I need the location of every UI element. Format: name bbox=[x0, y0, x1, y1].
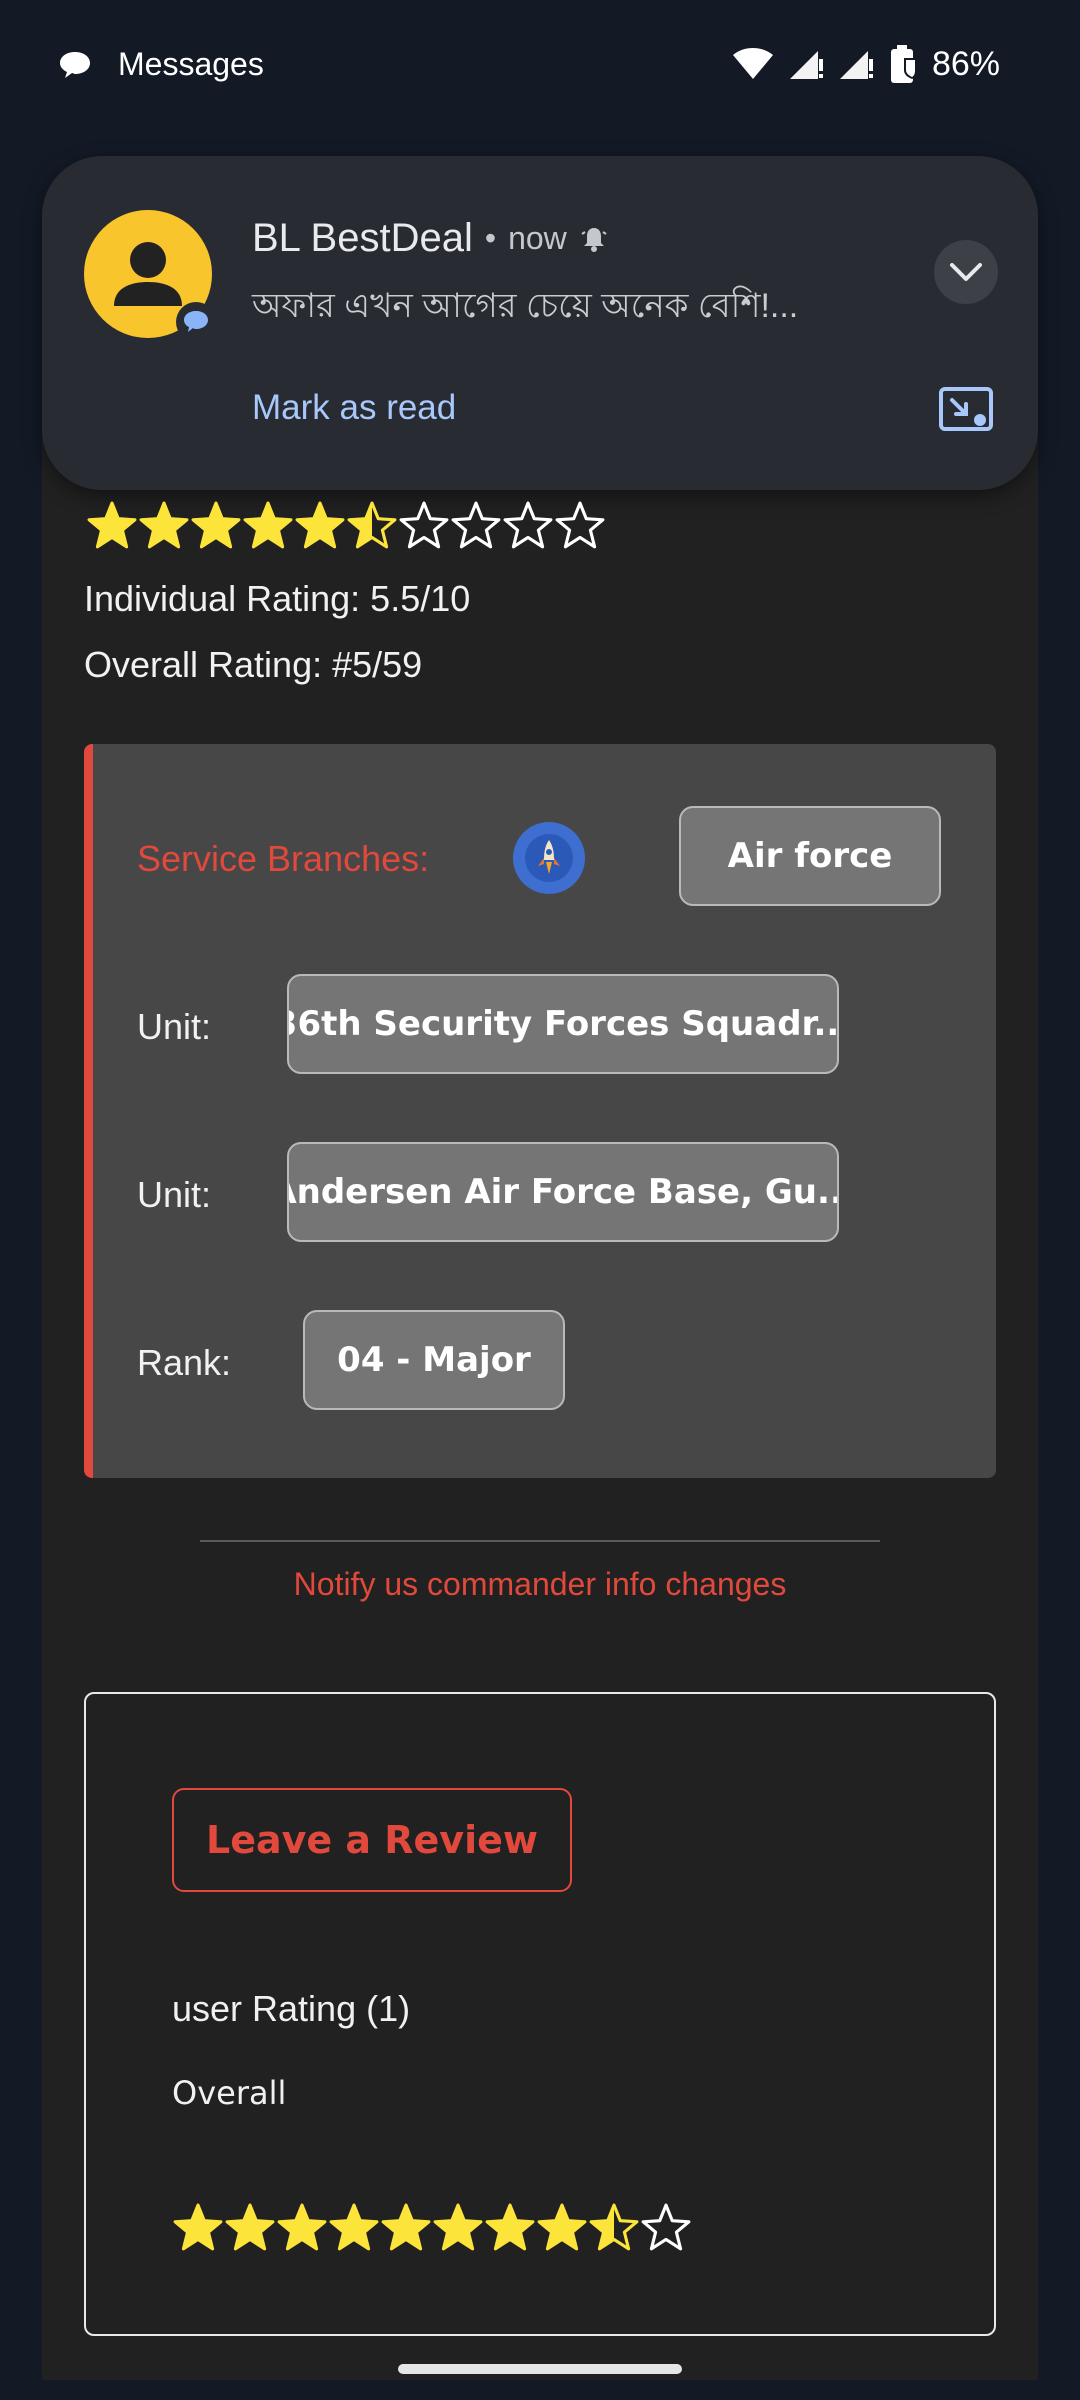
notification-separator: • bbox=[484, 220, 497, 256]
review-section: Leave a Review user Rating (1) Overall bbox=[84, 1692, 996, 2336]
divider bbox=[200, 1540, 880, 1542]
signal-icon bbox=[839, 51, 873, 79]
home-indicator[interactable] bbox=[398, 2364, 682, 2374]
branch-chip-air-force[interactable]: Air force bbox=[679, 806, 941, 906]
overall-rating: Overall Rating: #5/59 bbox=[84, 644, 423, 685]
review-star-full-icon bbox=[381, 2203, 431, 2251]
review-star-full-icon bbox=[225, 2203, 275, 2251]
unit-chip-1[interactable]: 36th Security Forces Squadr... bbox=[287, 974, 839, 1074]
air-force-branch-icon bbox=[513, 822, 585, 894]
review-star-full-icon bbox=[485, 2203, 535, 2251]
review-star-full-icon bbox=[433, 2203, 483, 2251]
review-star-full-icon bbox=[537, 2203, 587, 2251]
summary-star-half-icon bbox=[347, 501, 397, 549]
notification-time: now bbox=[508, 220, 567, 256]
rank-label: Rank: bbox=[137, 1342, 232, 1383]
messages-bubble-icon bbox=[60, 51, 90, 78]
status-bar: Messages 86% bbox=[0, 0, 1080, 130]
status-left: Messages bbox=[58, 46, 264, 83]
messages-badge-icon bbox=[176, 302, 216, 342]
status-app-label: Messages bbox=[118, 46, 264, 82]
chevron-down-icon bbox=[950, 263, 982, 281]
star-rating-user bbox=[172, 2202, 692, 2254]
open-bubble-icon[interactable] bbox=[938, 386, 994, 434]
summary-star-full-icon bbox=[139, 501, 189, 549]
rank-chip[interactable]: 04 - Major bbox=[303, 1310, 565, 1410]
notification-body: অফার এখন আগের চেয়ে অনেক বেশি!... bbox=[252, 287, 799, 325]
individual-rating: Individual Rating: 5.5/10 bbox=[84, 578, 471, 619]
review-star-empty-icon bbox=[641, 2203, 691, 2251]
user-rating-count: user Rating (1) bbox=[172, 1988, 411, 2029]
summary-star-empty-icon bbox=[451, 501, 501, 549]
wifi-icon bbox=[732, 48, 773, 79]
heads-up-notification[interactable]: BL BestDeal • now অফার এখন আগের চেয়ে অন… bbox=[42, 156, 1038, 490]
expand-notification-button[interactable] bbox=[934, 240, 998, 304]
star-rating-summary bbox=[86, 500, 606, 552]
review-star-half-icon bbox=[589, 2203, 639, 2251]
service-info-card: Service Branches: Air force Unit: 36th S… bbox=[84, 744, 996, 1478]
summary-star-empty-icon bbox=[399, 501, 449, 549]
battery-percent: 86% bbox=[931, 44, 1000, 83]
unit-label-2: Unit: bbox=[137, 1174, 212, 1215]
service-branches-label: Service Branches: bbox=[137, 838, 430, 879]
notification-sender: BL BestDeal bbox=[252, 216, 473, 260]
summary-star-full-icon bbox=[243, 501, 293, 549]
summary-star-empty-icon bbox=[555, 501, 605, 549]
summary-star-empty-icon bbox=[503, 501, 553, 549]
signal-icon bbox=[789, 51, 823, 79]
unit-chip-2[interactable]: Andersen Air Force Base, Gu... bbox=[287, 1142, 839, 1242]
summary-star-full-icon bbox=[191, 501, 241, 549]
overall-label: Overall bbox=[172, 2074, 287, 2112]
status-right: 86% bbox=[732, 44, 1000, 84]
review-star-full-icon bbox=[329, 2203, 379, 2251]
review-star-full-icon bbox=[173, 2203, 223, 2251]
mark-as-read-button[interactable]: Mark as read bbox=[252, 388, 456, 428]
summary-star-full-icon bbox=[87, 501, 137, 549]
unit-label-1: Unit: bbox=[137, 1006, 212, 1047]
notify-commander-changes-link[interactable]: Notify us commander info changes bbox=[0, 1566, 1080, 1603]
review-star-full-icon bbox=[277, 2203, 327, 2251]
notification-header: BL BestDeal • now bbox=[252, 216, 609, 261]
leave-review-button[interactable]: Leave a Review bbox=[172, 1788, 572, 1892]
bell-alert-icon bbox=[581, 227, 607, 252]
battery-icon bbox=[890, 45, 917, 83]
summary-star-full-icon bbox=[295, 501, 345, 549]
